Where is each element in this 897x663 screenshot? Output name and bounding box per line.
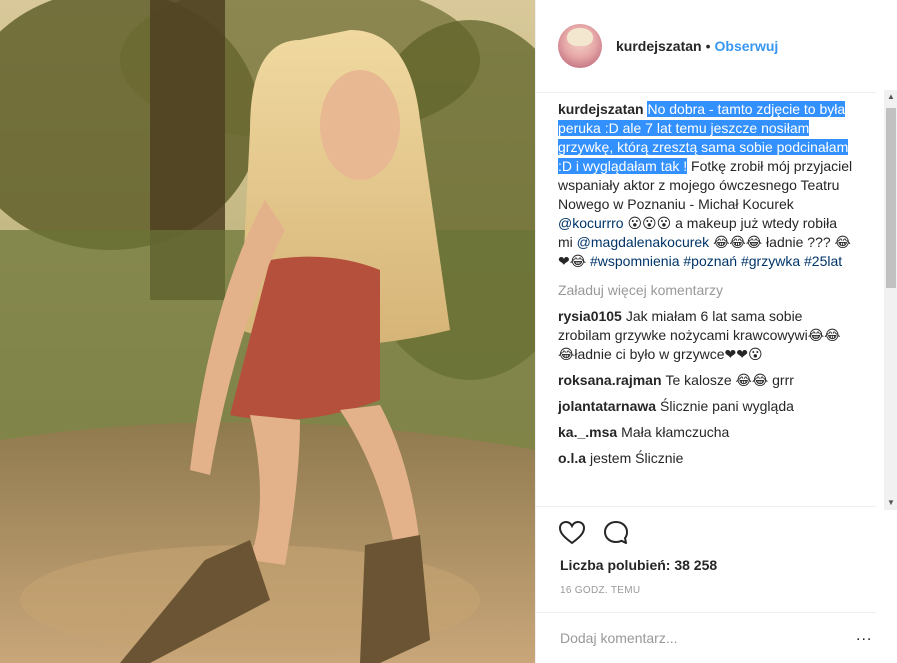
separator-dot: • (705, 38, 711, 54)
hashtag-link-2[interactable]: #poznań (683, 253, 737, 269)
comment-username[interactable]: o.l.a (558, 450, 586, 466)
comment-item: o.l.a jestem Ślicznie (558, 449, 854, 468)
caption-username[interactable]: kurdejszatan (558, 101, 644, 117)
comments-scrollbar[interactable]: ▲ ▼ (884, 90, 897, 510)
comment-username[interactable]: jolantatarnawa (558, 398, 656, 414)
comment-text: Ślicznie pani wygląda (660, 398, 794, 414)
comment-username[interactable]: roksana.rajman (558, 372, 662, 388)
post-caption: kurdejszatan No dobra - tamto zdjęcie to… (558, 100, 854, 271)
photo-illustration (0, 0, 535, 663)
add-comment-input[interactable] (558, 627, 822, 649)
post-header: kurdejszatan • Obserwuj (536, 0, 876, 93)
header-username[interactable]: kurdejszatan (616, 38, 702, 54)
post-actions: Liczba polubień: 38 258 16 GODZ. TEMU (536, 506, 876, 627)
comment-text: Mała kłamczucha (621, 424, 730, 440)
comments-list: kurdejszatan No dobra - tamto zdjęcie to… (558, 100, 854, 512)
comment-username[interactable]: rysia0105 (558, 308, 622, 324)
post-photo[interactable] (0, 0, 535, 663)
scroll-down-arrow-icon[interactable]: ▼ (884, 496, 897, 510)
hashtag-link-1[interactable]: #wspomnienia (590, 253, 680, 269)
speech-bubble-icon[interactable] (602, 519, 630, 547)
comment-item: rysia0105 Jak miałam 6 lat sama sobie zro… (558, 307, 854, 364)
scroll-up-arrow-icon[interactable]: ▲ (884, 90, 897, 104)
comment-text: Te kalosze 😂😂 grrr (665, 372, 794, 388)
load-more-comments-button[interactable]: Załaduj więcej komentarzy (558, 281, 854, 300)
mention-link-1[interactable]: @kocurrro (558, 215, 624, 231)
comment-item: roksana.rajman Te kalosze 😂😂 grrr (558, 371, 854, 390)
comment-text: jestem Ślicznie (590, 450, 684, 466)
post-sidebar: kurdejszatan • Obserwuj kurdejszatan No do… (535, 0, 897, 663)
scrollbar-thumb[interactable] (886, 108, 896, 288)
add-comment-bar: ... (536, 612, 876, 663)
comment-item: ka._.msa Mała kłamczucha (558, 423, 854, 442)
avatar[interactable] (558, 24, 602, 68)
likes-count[interactable]: Liczba polubień: 38 258 (560, 557, 717, 573)
more-options-button[interactable]: ... (856, 627, 872, 645)
header-line: kurdejszatan • Obserwuj (616, 38, 778, 54)
post-timestamp[interactable]: 16 GODZ. TEMU (560, 585, 640, 596)
comment-item: jolantatarnawa Ślicznie pani wygląda (558, 397, 854, 416)
follow-button[interactable]: Obserwuj (715, 38, 779, 54)
hashtag-link-3[interactable]: #grzywka (741, 253, 800, 269)
hashtag-link-4[interactable]: #25lat (804, 253, 842, 269)
heart-icon[interactable] (558, 519, 586, 547)
mention-link-2[interactable]: @magdalenakocurek (577, 234, 710, 250)
comment-username[interactable]: ka._.msa (558, 424, 617, 440)
